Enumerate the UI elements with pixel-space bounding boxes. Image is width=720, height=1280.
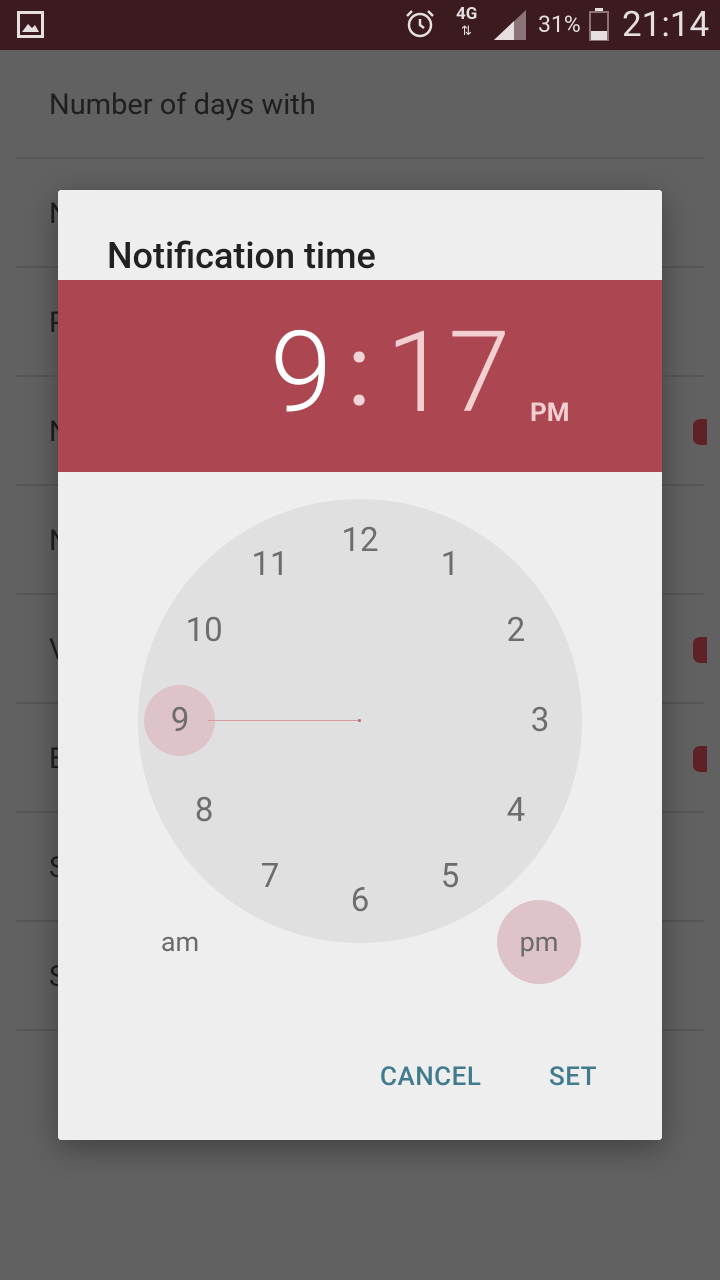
clock-center <box>358 719 361 722</box>
clock-number-9[interactable]: 9 <box>150 701 210 741</box>
alarm-clock-icon <box>406 10 434 38</box>
pm-button[interactable]: pm <box>497 900 581 984</box>
clock-number-8[interactable]: 8 <box>174 791 234 831</box>
clock-hand <box>208 720 360 721</box>
status-time: 21:14 <box>622 4 710 45</box>
hour-display[interactable]: 9 <box>270 314 332 434</box>
time-header: 9 : 17 PM <box>58 280 662 472</box>
time-separator: : <box>347 313 372 430</box>
clock-number-12[interactable]: 12 <box>330 521 390 561</box>
clock-number-5[interactable]: 5 <box>420 857 480 897</box>
list-item-label: Number of days with <box>49 88 316 122</box>
clock-number-4[interactable]: 4 <box>486 791 546 831</box>
minute-display[interactable]: 17 <box>386 314 510 434</box>
battery-percent: 31% <box>538 11 581 38</box>
set-button[interactable]: SET <box>549 1056 597 1098</box>
dialog-title: Notification time <box>107 235 376 277</box>
clock-number-1[interactable]: 1 <box>420 545 480 585</box>
cancel-button[interactable]: CANCEL <box>380 1056 481 1098</box>
clock-number-3[interactable]: 3 <box>510 701 570 741</box>
image-icon <box>17 11 44 38</box>
clock-number-6[interactable]: 6 <box>330 881 390 921</box>
toggle-switch[interactable] <box>693 746 707 772</box>
status-bar: 4G ⇅ 31% 21:14 <box>0 0 720 50</box>
list-item[interactable]: Number of days with <box>16 50 704 159</box>
period-display: PM <box>530 398 570 428</box>
am-button[interactable]: am <box>138 900 222 984</box>
clock-face[interactable]: 12 1 2 3 4 5 6 7 8 9 10 11 <box>138 499 582 943</box>
time-picker-dialog: Notification time 9 : 17 PM 12 1 2 3 4 5 6 7 8 9 1… <box>58 190 662 1140</box>
clock-number-10[interactable]: 10 <box>174 611 234 651</box>
toggle-switch[interactable] <box>693 637 707 663</box>
network-type: 4G <box>456 4 478 24</box>
clock-number-11[interactable]: 11 <box>240 545 300 585</box>
signal-bars-icon <box>494 10 526 40</box>
battery-icon <box>589 8 609 41</box>
toggle-switch[interactable] <box>693 419 707 445</box>
data-arrows-icon: ⇅ <box>461 24 472 39</box>
clock-number-7[interactable]: 7 <box>240 857 300 897</box>
clock-number-2[interactable]: 2 <box>486 611 546 651</box>
